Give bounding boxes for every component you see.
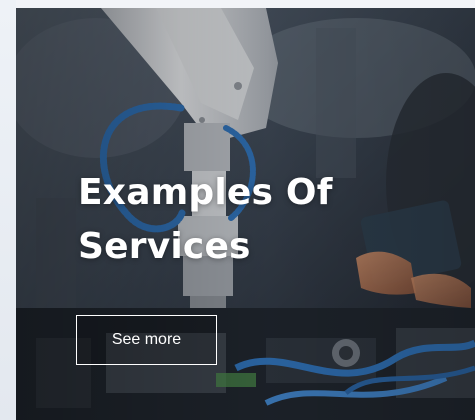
hero-title-line-2: Services xyxy=(78,226,251,267)
see-more-button[interactable]: See more xyxy=(76,315,217,365)
page: Examples Of Services See more xyxy=(0,0,475,420)
left-page-edge xyxy=(0,0,16,420)
hero-title-line-1: Examples Of xyxy=(78,172,333,213)
hero-title: Examples Of Services xyxy=(78,166,408,274)
services-hero-banner: Examples Of Services See more xyxy=(16,8,475,420)
top-page-edge xyxy=(16,0,475,8)
